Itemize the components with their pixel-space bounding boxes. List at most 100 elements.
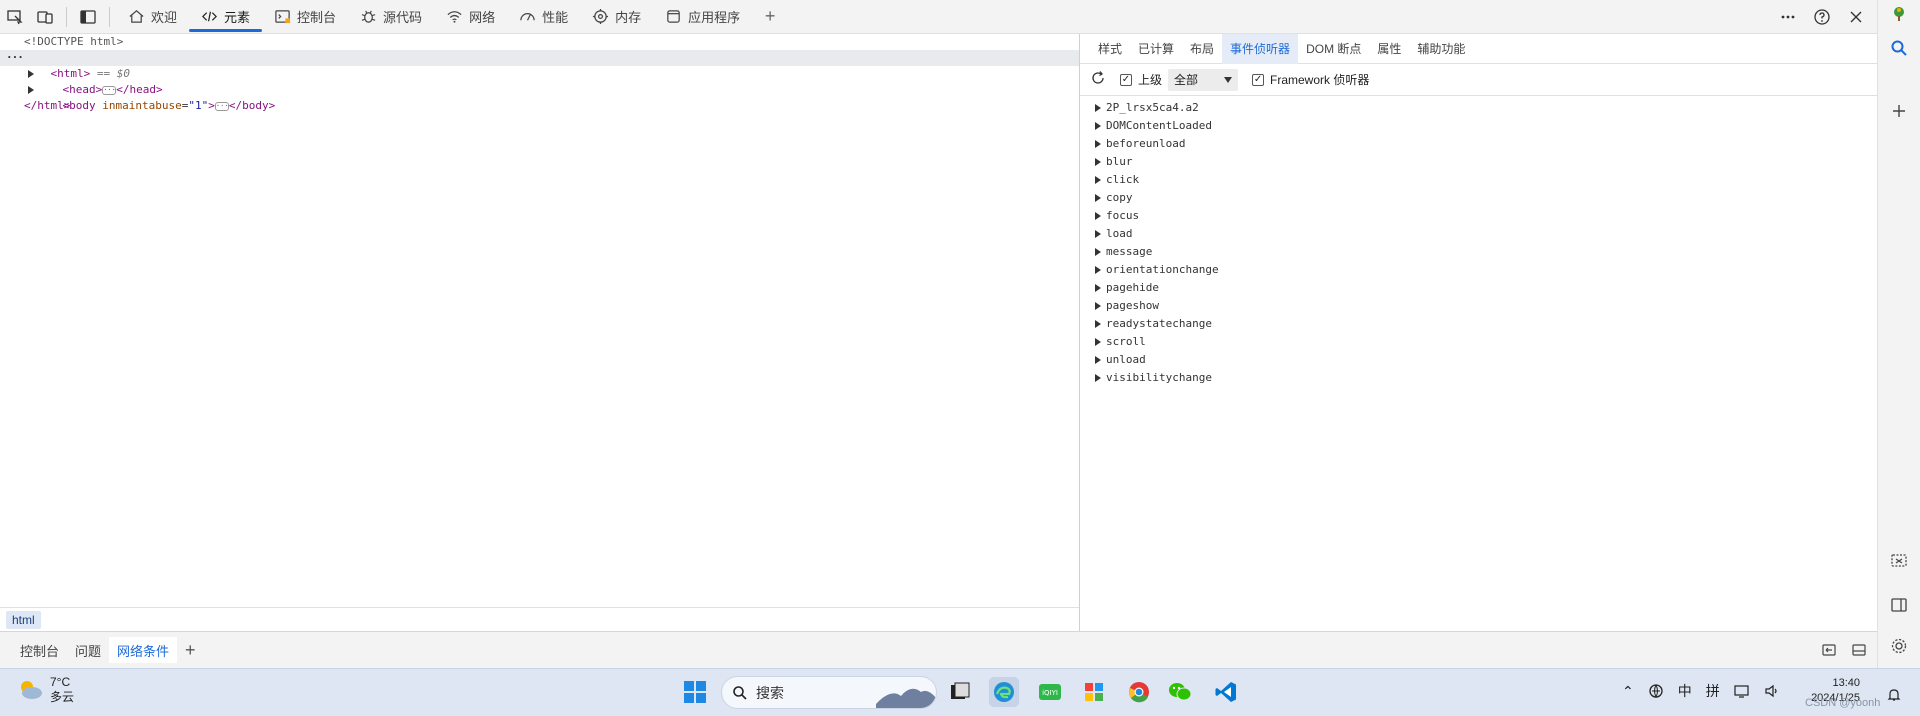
tab-styles[interactable]: 样式 bbox=[1090, 34, 1130, 64]
tab-event-listeners[interactable]: 事件侦听器 bbox=[1222, 33, 1299, 64]
expand-triangle-icon[interactable] bbox=[1095, 140, 1101, 148]
notification-bell-icon[interactable] bbox=[1886, 687, 1902, 703]
toolbar-divider bbox=[66, 6, 67, 27]
refresh-button[interactable] bbox=[1090, 70, 1106, 89]
screenshot-button[interactable] bbox=[1885, 547, 1913, 575]
expand-triangle-icon[interactable] bbox=[1095, 374, 1101, 382]
taskbar-app-vscode[interactable] bbox=[1211, 677, 1241, 707]
add-tool-button[interactable]: + bbox=[752, 0, 788, 34]
tab-network[interactable]: 网络 bbox=[434, 0, 507, 34]
ime-mode-indicator[interactable]: 拼 bbox=[1706, 681, 1720, 701]
expand-triangle-icon[interactable] bbox=[1095, 122, 1101, 130]
expand-triangle-icon[interactable] bbox=[1095, 158, 1101, 166]
expand-triangle-icon[interactable] bbox=[1095, 230, 1101, 238]
tab-dom-breakpoints[interactable]: DOM 断点 bbox=[1298, 34, 1369, 64]
tab-performance[interactable]: 性能 bbox=[507, 0, 580, 34]
close-devtools-button[interactable] bbox=[1841, 2, 1871, 32]
expand-triangle-icon[interactable] bbox=[1095, 338, 1101, 346]
volume-icon[interactable] bbox=[1764, 683, 1780, 699]
expand-triangle-icon[interactable] bbox=[1095, 320, 1101, 328]
dom-doctype[interactable]: <!DOCTYPE html> bbox=[0, 34, 1079, 50]
chevron-up-icon[interactable]: ⌃ bbox=[1622, 683, 1634, 700]
taskbar-app-edge[interactable] bbox=[989, 677, 1019, 707]
help-button[interactable] bbox=[1807, 2, 1837, 32]
taskbar-app-file-explorer[interactable] bbox=[945, 677, 975, 707]
more-options-button[interactable] bbox=[1773, 2, 1803, 32]
expand-triangle-icon[interactable] bbox=[1095, 284, 1101, 292]
tree-app-button[interactable] bbox=[1885, 0, 1913, 28]
taskbar-app-bookmark[interactable] bbox=[1079, 677, 1109, 707]
expand-triangle-icon[interactable] bbox=[1095, 248, 1101, 256]
expand-triangle-icon[interactable] bbox=[28, 70, 34, 78]
network-status-icon[interactable] bbox=[1648, 683, 1664, 699]
event-listener-item[interactable]: blur bbox=[1080, 153, 1877, 171]
event-listener-item[interactable]: scroll bbox=[1080, 333, 1877, 351]
event-name: focus bbox=[1106, 209, 1140, 222]
expand-triangle-icon[interactable] bbox=[1095, 194, 1101, 202]
expand-triangle-icon[interactable] bbox=[1095, 212, 1101, 220]
search-button[interactable] bbox=[1885, 34, 1913, 62]
tab-memory[interactable]: 内存 bbox=[580, 0, 653, 34]
ime-language-indicator[interactable]: 中 bbox=[1678, 681, 1692, 701]
tab-console[interactable]: 控制台 bbox=[262, 0, 348, 34]
breadcrumb-item-html[interactable]: html bbox=[6, 610, 41, 629]
dom-html-close[interactable]: </html> bbox=[0, 98, 1079, 114]
weather-widget[interactable]: 7°C 多云 bbox=[16, 675, 74, 705]
event-listener-item[interactable]: pagehide bbox=[1080, 279, 1877, 297]
dom-html-node[interactable]: ··· <html> == $0 bbox=[0, 50, 1079, 80]
tab-welcome[interactable]: 欢迎 bbox=[116, 0, 189, 34]
dom-head-node[interactable]: <head>···</head> bbox=[0, 66, 1079, 96]
expand-triangle-icon[interactable] bbox=[1095, 266, 1101, 274]
event-listener-item[interactable]: DOMContentLoaded bbox=[1080, 117, 1877, 135]
drawer-tab-issues[interactable]: 问题 bbox=[67, 637, 109, 663]
tab-application[interactable]: 应用程序 bbox=[653, 0, 752, 34]
expand-triangle-icon[interactable] bbox=[1095, 176, 1101, 184]
event-listener-item[interactable]: 2P_lrsx5ca4.a2 bbox=[1080, 99, 1877, 117]
listener-type-select[interactable]: 全部 bbox=[1168, 68, 1239, 91]
drawer-add-tab-button[interactable]: + bbox=[177, 640, 204, 661]
event-listener-item[interactable]: message bbox=[1080, 243, 1877, 261]
event-listener-item[interactable]: orientationchange bbox=[1080, 261, 1877, 279]
event-listener-item[interactable]: focus bbox=[1080, 207, 1877, 225]
event-listener-item[interactable]: pageshow bbox=[1080, 297, 1877, 315]
expand-triangle-icon[interactable] bbox=[1095, 302, 1101, 310]
taskbar-app-wechat[interactable] bbox=[1165, 677, 1195, 707]
browser-side-rail bbox=[1877, 0, 1920, 668]
device-emulation-button[interactable] bbox=[30, 2, 60, 32]
tab-accessibility[interactable]: 辅助功能 bbox=[1409, 34, 1473, 64]
taskbar-app-chrome[interactable] bbox=[1124, 677, 1154, 707]
tab-computed[interactable]: 已计算 bbox=[1130, 34, 1182, 64]
event-listener-item[interactable]: readystatechange bbox=[1080, 315, 1877, 333]
expand-triangle-icon[interactable] bbox=[1095, 104, 1101, 112]
monitor-icon[interactable] bbox=[1734, 683, 1750, 699]
taskbar-app-iqiyi[interactable]: iQIYI bbox=[1035, 677, 1065, 707]
dock-drawer-icon[interactable] bbox=[1821, 642, 1837, 658]
event-listener-item[interactable]: beforeunload bbox=[1080, 135, 1877, 153]
ancestors-checkbox[interactable]: ✓ bbox=[1120, 73, 1132, 86]
taskbar-search[interactable]: 搜索 bbox=[721, 676, 937, 709]
event-listener-item[interactable]: unload bbox=[1080, 351, 1877, 369]
dock-side-button[interactable] bbox=[73, 2, 103, 32]
drawer-tab-network-conditions[interactable]: 网络条件 bbox=[109, 637, 178, 663]
drawer-tab-console[interactable]: 控制台 bbox=[12, 637, 67, 663]
start-button[interactable] bbox=[680, 677, 710, 707]
expand-triangle-icon[interactable] bbox=[28, 86, 34, 94]
tab-sources[interactable]: 源代码 bbox=[348, 0, 434, 34]
inspect-element-button[interactable] bbox=[0, 2, 30, 32]
event-listener-item[interactable]: copy bbox=[1080, 189, 1877, 207]
dom-body-node[interactable]: <body inmaintabuse="1">···</body> bbox=[0, 82, 1079, 112]
tab-layout[interactable]: 布局 bbox=[1182, 34, 1222, 64]
tab-properties[interactable]: 属性 bbox=[1369, 34, 1409, 64]
event-listener-item[interactable]: load bbox=[1080, 225, 1877, 243]
settings-button[interactable] bbox=[1885, 632, 1913, 660]
expand-triangle-icon[interactable] bbox=[1095, 356, 1101, 364]
add-sidebar-app-button[interactable] bbox=[1885, 97, 1913, 125]
tab-elements[interactable]: 元素 bbox=[189, 0, 263, 34]
event-listener-item[interactable]: visibilitychange bbox=[1080, 369, 1877, 387]
drawer-panel-icon[interactable] bbox=[1851, 642, 1867, 658]
hide-sidebar-button[interactable] bbox=[1885, 591, 1913, 619]
node-actions-icon[interactable]: ··· bbox=[6, 50, 24, 66]
framework-listeners-checkbox[interactable]: ✓ bbox=[1252, 73, 1265, 86]
dropdown-arrow-icon bbox=[1224, 76, 1233, 83]
event-listener-item[interactable]: click bbox=[1080, 171, 1877, 189]
